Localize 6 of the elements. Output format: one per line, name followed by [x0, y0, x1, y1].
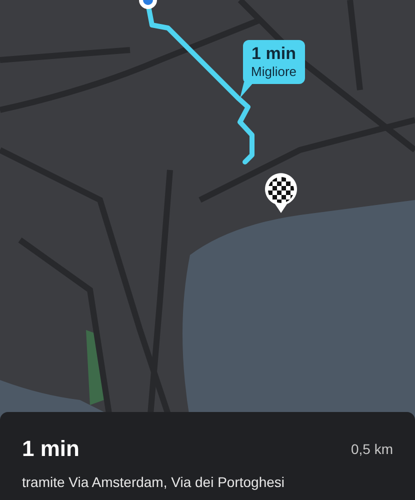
route-duration: 1 min — [22, 436, 80, 462]
route-time-bubble[interactable]: 1 min Migliore — [243, 40, 305, 84]
route-distance: 0,5 km — [350, 441, 393, 457]
checkered-flag-icon — [265, 173, 297, 213]
route-via-text: tramite Via Amsterdam, Via dei Portoghesi — [22, 474, 286, 490]
start-location-icon — [139, 0, 157, 9]
